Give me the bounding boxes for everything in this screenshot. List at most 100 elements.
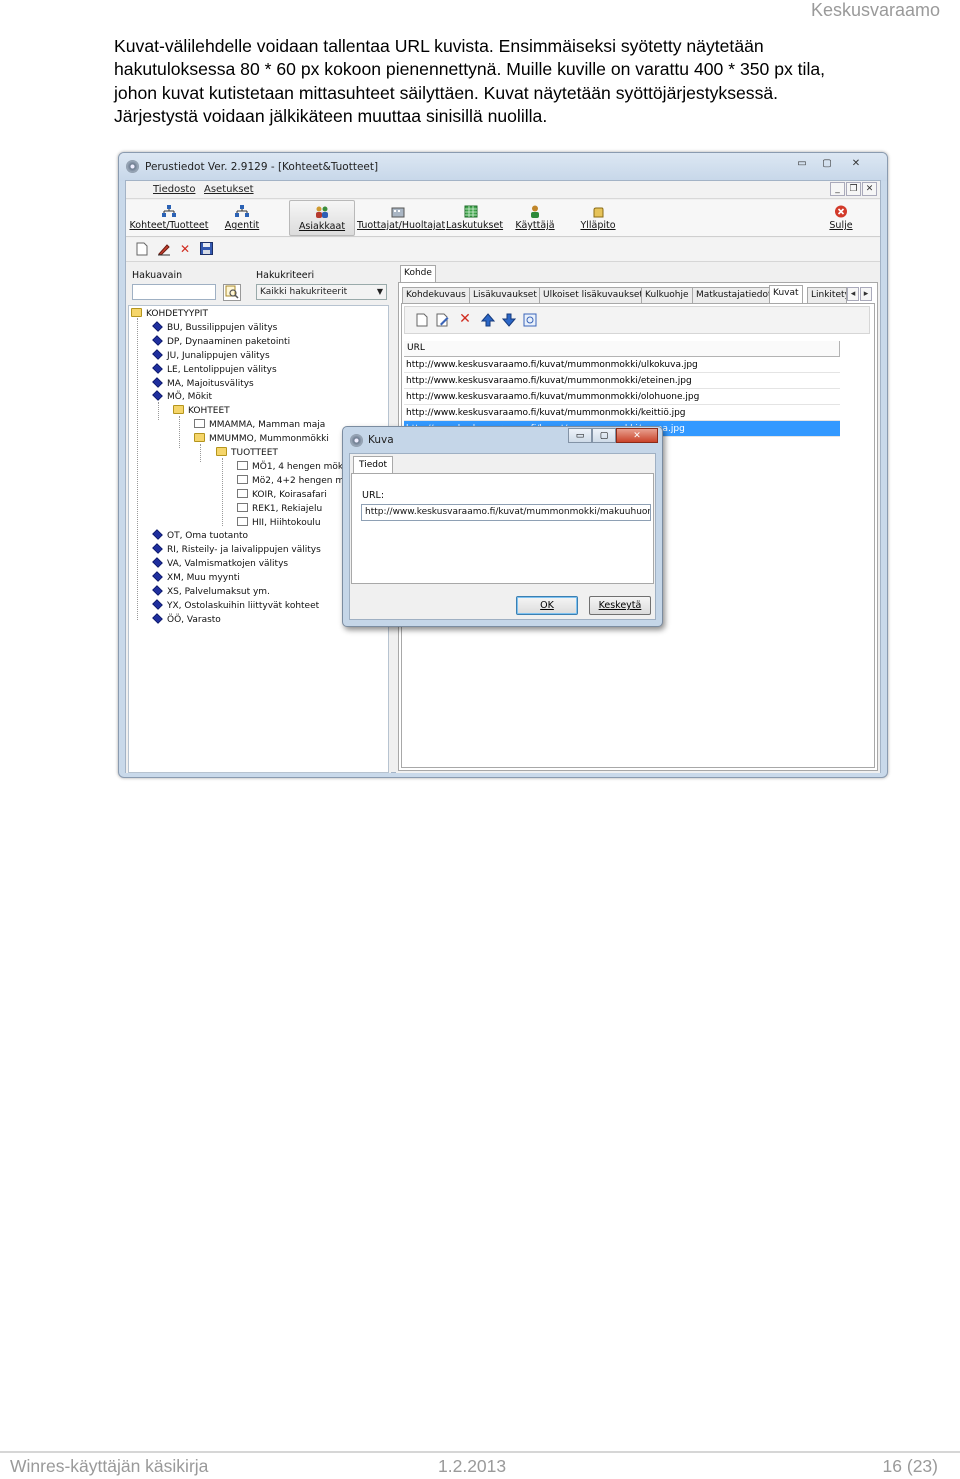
- new-document-icon[interactable]: [134, 242, 150, 258]
- tab-matkustajatiedot[interactable]: Matkustajatiedot: [692, 287, 776, 303]
- tree-node[interactable]: BU, Bussilippujen välitys: [152, 321, 277, 335]
- mdi-restore-icon[interactable]: ❐: [846, 182, 861, 196]
- save-disk-icon[interactable]: [198, 242, 214, 258]
- tree-node-kohteet[interactable]: KOHTEET: [173, 405, 230, 418]
- new-document-icon[interactable]: [414, 313, 430, 329]
- tab-lisakuvaukset[interactable]: Lisäkuvaukset: [469, 287, 541, 303]
- tab-kohdekuvaus[interactable]: Kohdekuvaus: [402, 287, 470, 303]
- tab-kohde[interactable]: Kohde: [400, 265, 436, 283]
- delete-x-icon[interactable]: ✕: [457, 312, 473, 328]
- type-diamond-icon: [152, 529, 163, 540]
- move-down-arrow-icon[interactable]: [501, 313, 517, 329]
- tree-node[interactable]: HII, Hiihtokoulu: [237, 517, 321, 530]
- tree-node[interactable]: OT, Oma tuotanto: [152, 529, 248, 543]
- grid-header-url[interactable]: URL: [404, 341, 840, 357]
- tree-node[interactable]: MÖ, Mökit: [152, 390, 212, 404]
- tree-node[interactable]: KOIR, Koirasafari: [237, 489, 327, 502]
- mdi-close-icon[interactable]: ✕: [862, 182, 877, 196]
- dialog-minimize-icon[interactable]: ▭: [568, 428, 592, 443]
- type-diamond-icon: [152, 585, 163, 596]
- table-row[interactable]: http://www.keskusvaraamo.fi/kuvat/mummon…: [404, 373, 840, 389]
- dialog-close-icon[interactable]: ✕: [616, 428, 658, 443]
- ribbon-kohteet-tuotteet[interactable]: Kohteet/Tuotteet: [129, 200, 209, 236]
- type-diamond-icon: [152, 321, 163, 332]
- tree-node[interactable]: VA, Valmismatkojen välitys: [152, 557, 288, 571]
- window-title: Perustiedot Ver. 2.9129 - [Kohteet&Tuott…: [145, 161, 379, 173]
- tab-ulkoiset-lisakuvaukset[interactable]: Ulkoiset lisäkuvaukset: [539, 287, 647, 303]
- kuva-dialog: Kuva ▭ ▢ ✕ Tiedot URL: http://www.keskus…: [342, 426, 663, 627]
- edit-document-icon[interactable]: [435, 313, 451, 329]
- type-diamond-icon: [152, 557, 163, 568]
- tree-node[interactable]: REK1, Rekiajelu: [237, 503, 322, 516]
- close-icon[interactable]: ✕: [845, 157, 867, 172]
- menu-asetukset[interactable]: Asetukset: [204, 184, 254, 195]
- tree-node[interactable]: Mö2, 4+2 hengen m: [237, 475, 344, 488]
- menu-tiedosto[interactable]: Tiedosto: [153, 184, 195, 195]
- paragraph-line: hakutuloksessa 80 * 60 px kokoon pienenn…: [114, 59, 826, 80]
- tree-root[interactable]: KOHDETYYPIT: [131, 308, 208, 321]
- tree-node-tuotteet[interactable]: TUOTTEET: [216, 447, 278, 460]
- dialog-maximize-icon[interactable]: ▢: [592, 428, 616, 443]
- move-up-arrow-icon[interactable]: [480, 313, 496, 329]
- ribbon-kayttaja[interactable]: Käyttäjä: [513, 200, 557, 236]
- delete-x-icon[interactable]: ✕: [177, 242, 193, 258]
- item-icon: [194, 419, 205, 428]
- ribbon-laskutukset[interactable]: Laskutukset: [446, 200, 503, 236]
- ribbon-sulje[interactable]: Sulje: [826, 200, 856, 236]
- body-paragraph: Kuvat-välilehdelle voidaan tallentaa URL…: [114, 35, 914, 128]
- type-diamond-icon: [152, 571, 163, 582]
- tree-node[interactable]: MÖ1, 4 hengen mök: [237, 461, 343, 474]
- tab-kuvat[interactable]: Kuvat: [769, 285, 803, 303]
- user-icon: [531, 205, 539, 218]
- url-field[interactable]: http://www.keskusvaraamo.fi/kuvat/mummon…: [361, 504, 651, 521]
- tree-node[interactable]: JU, Junalippujen välitys: [152, 349, 270, 363]
- tab-linkitetyt[interactable]: Linkitety: [807, 287, 847, 303]
- tab-kulkuohje[interactable]: Kulkuohje: [641, 287, 693, 303]
- paragraph-line: Kuvat-välilehdelle voidaan tallentaa URL…: [114, 36, 764, 56]
- footer-page-number: 16 (23): [882, 1456, 938, 1476]
- search-magnifier-icon[interactable]: [223, 284, 241, 301]
- folder-icon: [216, 447, 227, 456]
- tree-node[interactable]: MMAMMA, Mamman maja: [194, 419, 325, 432]
- ribbon-asiakkaat[interactable]: Asiakkaat: [289, 200, 355, 236]
- tree-node[interactable]: MA, Majoitusvälitys: [152, 377, 254, 391]
- preview-image-icon[interactable]: [522, 313, 538, 329]
- ok-button[interactable]: OK: [516, 596, 578, 615]
- tab-scroll-right-icon[interactable]: ▸: [860, 287, 872, 301]
- table-row[interactable]: http://www.keskusvaraamo.fi/kuvat/mummon…: [404, 357, 840, 373]
- type-diamond-icon: [152, 335, 163, 346]
- table-row[interactable]: http://www.keskusvaraamo.fi/kuvat/mummon…: [404, 405, 840, 421]
- hakuavain-label: Hakuavain: [132, 270, 183, 281]
- type-diamond-icon: [152, 543, 163, 554]
- type-diamond-icon: [152, 349, 163, 360]
- tree-node[interactable]: YX, Ostolaskuihin liittyvät kohteet: [152, 599, 319, 613]
- window-titlebar: Perustiedot Ver. 2.9129 - [Kohteet&Tuott…: [119, 153, 887, 181]
- tab-tiedot[interactable]: Tiedot: [353, 456, 393, 473]
- hakuavain-input[interactable]: [132, 284, 216, 300]
- tree-node[interactable]: XS, Palvelumaksut ym.: [152, 585, 270, 599]
- tree-node[interactable]: MMUMMO, Mummonmökki: [194, 433, 329, 446]
- ribbon-toolbar: Kohteet/Tuotteet Agentit Asiakkaat Tuott…: [126, 200, 880, 237]
- hierarchy-icon: [162, 205, 176, 217]
- ribbon-yllapito[interactable]: Ylläpito: [578, 200, 618, 236]
- product-document-icon: [237, 489, 248, 498]
- hakukriteeri-select[interactable]: Kaikki hakukriteerit ▼: [256, 284, 387, 300]
- edit-pencil-icon[interactable]: [156, 242, 172, 258]
- tree-node[interactable]: ÖÖ, Varasto: [152, 613, 221, 627]
- cancel-button[interactable]: Keskeytä: [589, 596, 651, 615]
- maximize-icon[interactable]: ▢: [816, 157, 838, 172]
- ribbon-tuottajat-huoltajat[interactable]: Tuottajat/Huoltajat: [357, 200, 445, 236]
- tree-node[interactable]: RI, Risteily- ja laivalippujen välitys: [152, 543, 321, 557]
- table-row[interactable]: http://www.keskusvaraamo.fi/kuvat/mummon…: [404, 389, 840, 405]
- ribbon-agentit[interactable]: Agentit: [222, 200, 262, 236]
- mdi-minimize-icon[interactable]: _: [830, 182, 845, 196]
- minimize-icon[interactable]: ▭: [791, 157, 813, 172]
- tree-node[interactable]: LE, Lentolippujen välitys: [152, 363, 277, 377]
- tab-scroll-left-icon[interactable]: ◂: [847, 287, 859, 301]
- kuvat-url-grid: URL http://www.keskusvaraamo.fi/kuvat/mu…: [404, 341, 840, 437]
- footer-divider: [0, 1451, 960, 1453]
- footer-doc-title: Winres-käyttäjän käsikirja: [10, 1456, 209, 1476]
- building-icon: [391, 207, 405, 218]
- tree-node[interactable]: DP, Dynaaminen paketointi: [152, 335, 290, 349]
- tree-node[interactable]: XM, Muu myynti: [152, 571, 240, 585]
